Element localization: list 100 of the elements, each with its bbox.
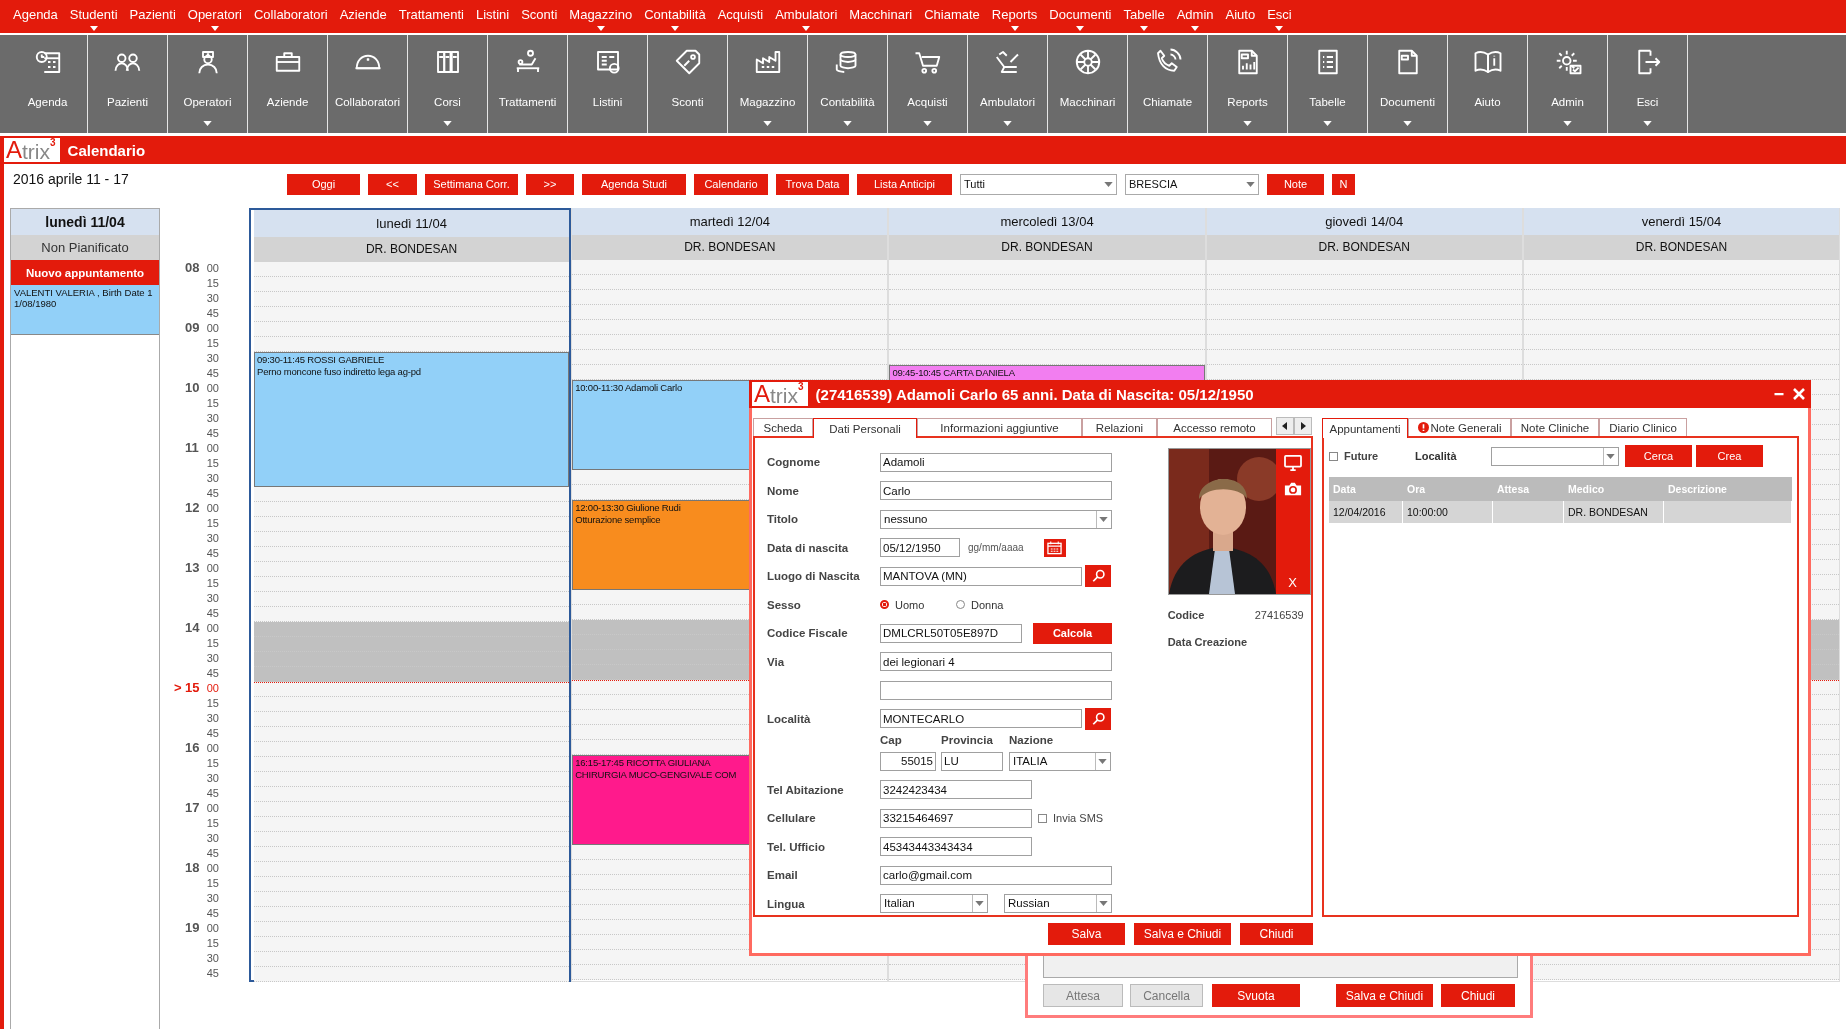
input-field[interactable]: 33215464697 — [880, 808, 1032, 828]
toolbar-button[interactable]: Note — [1267, 173, 1324, 195]
input-field[interactable]: dei legionari 4 — [880, 652, 1112, 672]
toolbar-button[interactable]: Corsi — [408, 35, 488, 133]
input-field[interactable]: MONTECARLO — [880, 709, 1082, 729]
menu-item[interactable]: Reports — [985, 0, 1044, 33]
toolbar-button[interactable]: Admin — [1528, 35, 1608, 133]
menu-item[interactable]: Agenda — [7, 0, 64, 33]
input-field[interactable]: 45343443343434 — [880, 837, 1032, 857]
search-button[interactable]: Cerca — [1625, 445, 1692, 467]
dropdown[interactable]: Italian — [880, 894, 988, 914]
dialog-button[interactable]: Salva — [1048, 923, 1125, 945]
menu-item[interactable]: Tabelle — [1117, 0, 1171, 33]
toolbar-button[interactable]: Listini — [568, 35, 648, 133]
toolbar-button[interactable]: Chiamate — [1128, 35, 1208, 133]
menu-item[interactable]: Contabilità — [638, 0, 712, 33]
toolbar-button[interactable]: Collaboratori — [328, 35, 408, 133]
toolbar-button[interactable]: Ambulatori — [968, 35, 1048, 133]
toolbar-button[interactable]: Aiuto — [1448, 35, 1528, 133]
toolbar-button[interactable]: Trattamenti — [488, 35, 568, 133]
menu-item[interactable]: Documenti — [1043, 0, 1118, 33]
toolbar-button[interactable]: Contabilità — [808, 35, 888, 133]
toolbar-button[interactable]: Documenti — [1368, 35, 1448, 133]
tab[interactable]: Informazioni aggiuntive — [917, 418, 1082, 436]
minute-label: 45 — [206, 486, 219, 499]
menu-item[interactable]: Aiuto — [1219, 0, 1262, 33]
toolbar-button[interactable]: Settimana Corr. — [425, 173, 518, 195]
toolbar-button[interactable]: Agenda Studi — [582, 173, 686, 195]
tab[interactable]: Scheda — [753, 418, 813, 436]
date-field[interactable]: 05/12/1950 — [880, 538, 960, 558]
toolbar-button[interactable]: Aziende — [248, 35, 328, 133]
dropdown[interactable]: Tutti — [960, 173, 1117, 195]
input-field[interactable]: MANTOVA (MN) — [880, 566, 1082, 586]
toolbar-button[interactable]: Operatori — [168, 35, 248, 133]
input-field[interactable]: 55015 — [880, 751, 936, 771]
tab[interactable]: Dati Personali — [813, 418, 917, 438]
toolbar-button[interactable]: Calendario — [694, 173, 768, 195]
dropdown[interactable]: ITALIA — [1009, 751, 1111, 771]
calculate-button[interactable]: Calcola — [1033, 622, 1112, 644]
tab[interactable]: Accesso remoto — [1157, 418, 1272, 436]
dropdown[interactable]: BRESCIA — [1125, 173, 1259, 195]
menu-item[interactable]: Operatori — [181, 0, 248, 33]
radio-option[interactable]: Donna — [956, 598, 1004, 611]
field-label: Tel Abitazione — [767, 783, 845, 796]
dialog-button[interactable]: Chiudi — [1240, 923, 1313, 945]
dialog-button[interactable]: Salva e Chiudi — [1134, 923, 1231, 945]
tab[interactable]: Note Cliniche — [1511, 418, 1599, 436]
toolbar-button[interactable]: Agenda — [8, 35, 88, 133]
menu-item[interactable]: Listini — [469, 0, 516, 33]
tab[interactable]: Note Generali — [1408, 418, 1511, 436]
appointment-card[interactable]: VALENTI VALERIA , Birth Date 11/08/1980 — [11, 285, 159, 335]
input-field[interactable]: carlo@gmail.com — [880, 865, 1112, 885]
menu-item[interactable]: Aziende — [333, 0, 393, 33]
input-field[interactable]: Carlo — [880, 481, 1112, 501]
menu-item[interactable]: Studenti — [63, 0, 124, 33]
menu-item[interactable]: Ambulatori — [769, 0, 844, 33]
dropdown[interactable]: Russian — [1004, 894, 1112, 914]
dialog-button[interactable]: Salva e Chiudi — [1336, 984, 1433, 1007]
dialog-button[interactable]: Chiudi — [1441, 984, 1515, 1007]
dialog-button[interactable]: Svuota — [1212, 984, 1300, 1007]
create-button[interactable]: Crea — [1696, 445, 1763, 467]
minute-label: 15 — [206, 576, 219, 589]
menu-item[interactable]: Acquisti — [711, 0, 770, 33]
menu-item[interactable]: Admin — [1170, 0, 1220, 33]
menu-item[interactable]: Magazzino — [563, 0, 639, 33]
menu-item[interactable]: Chiamate — [918, 0, 986, 33]
toolbar-button[interactable]: Tabelle — [1288, 35, 1368, 133]
input-field[interactable]: DMLCRL50T05E897D — [880, 623, 1022, 643]
sms-checkbox[interactable]: Invia SMS — [1038, 812, 1104, 825]
menu-item[interactable]: Sconti — [515, 0, 564, 33]
toolbar-button[interactable]: Pazienti — [88, 35, 168, 133]
new-appointment-button[interactable]: Nuovo appuntamento — [11, 260, 159, 285]
toolbar-button[interactable]: Reports — [1208, 35, 1288, 133]
future-checkbox[interactable]: Future — [1329, 450, 1415, 462]
tab[interactable]: Diario Clinico — [1599, 418, 1687, 436]
appointment-block[interactable]: 09:30-11:45 ROSSI GABRIELE Perno moncone fuso indiretto lega ag-pd — [254, 352, 570, 487]
input-field[interactable]: 3242423434 — [880, 780, 1032, 800]
day-column[interactable]: lunedì 11/04 DR. BONDESAN 09:30-11:45 ROSSI GABRIELE Perno moncone fuso indiretto lega ag-pd — [249, 208, 572, 982]
toolbar-button[interactable]: Acquisti — [888, 35, 968, 133]
menu-item[interactable]: Collaboratori — [248, 0, 334, 33]
toolbar-button[interactable]: Sconti — [648, 35, 728, 133]
dropdown[interactable]: nessuno — [880, 509, 1112, 529]
menu-item[interactable]: Trattamenti — [392, 0, 470, 33]
toolbar-button[interactable]: N — [1332, 173, 1355, 195]
toolbar-button[interactable]: Oggi — [287, 173, 360, 195]
remove-photo-button[interactable]: X — [1286, 575, 1299, 590]
tab[interactable]: Relazioni — [1082, 418, 1157, 436]
input-field[interactable]: LU — [941, 751, 1003, 771]
menu-item[interactable]: Pazienti — [123, 0, 182, 33]
tab[interactable]: Appuntamenti — [1322, 418, 1408, 438]
toolbar-button[interactable]: << — [368, 173, 417, 195]
menu-item[interactable]: Macchinari — [843, 0, 919, 33]
toolbar-button[interactable]: Lista Anticipi — [857, 173, 952, 195]
toolbar-button[interactable]: Magazzino — [728, 35, 808, 133]
menu-item[interactable]: Esci — [1261, 0, 1298, 33]
input-field[interactable]: Adamoli — [880, 452, 1112, 472]
toolbar-button[interactable]: Trova Data — [776, 173, 849, 195]
toolbar-button[interactable]: Esci — [1608, 35, 1688, 133]
toolbar-button[interactable]: >> — [526, 173, 574, 195]
toolbar-button[interactable]: Macchinari — [1048, 35, 1128, 133]
